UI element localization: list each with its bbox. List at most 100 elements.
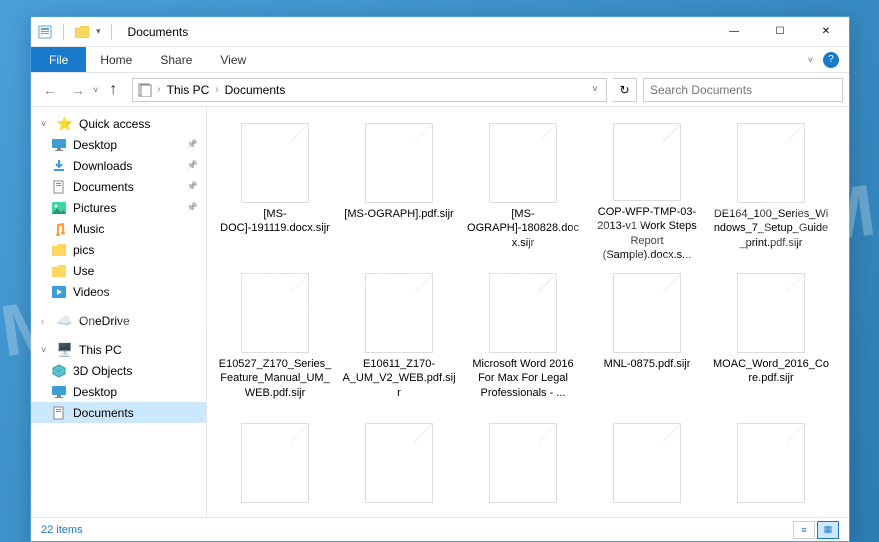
tab-home[interactable]: Home	[86, 47, 146, 72]
address-bar[interactable]: › This PC › Documents ˅	[132, 78, 607, 102]
file-name: E10611_Z170-A_UM_V2_WEB.pdf.sijr	[341, 357, 457, 400]
nav-onedrive[interactable]: › ☁️ OneDrive	[31, 310, 206, 331]
expand-icon[interactable]: ˅	[41, 345, 51, 355]
separator	[63, 24, 64, 40]
file-item[interactable]: COP-WFP-TMP-03-2013-v1 Work Steps Report…	[585, 117, 709, 267]
file-item[interactable]	[337, 417, 461, 517]
sidebar-item-videos[interactable]: Videos	[31, 281, 206, 302]
3d-icon	[51, 363, 67, 379]
file-icon	[737, 273, 805, 353]
ribbon: File Home Share View ˅ ?	[31, 47, 849, 73]
folder-icon[interactable]	[74, 24, 90, 40]
nav-label: Desktop	[73, 385, 117, 399]
file-name: MNL-0875.pdf.sijr	[604, 357, 691, 371]
sidebar-item-desktop[interactable]: Desktop	[31, 381, 206, 402]
file-item[interactable]	[213, 417, 337, 517]
folder-icon	[51, 242, 67, 258]
close-button[interactable]: ✕	[803, 17, 849, 47]
star-icon: ⭐	[57, 116, 73, 132]
ribbon-collapse-icon[interactable]: ˅	[808, 55, 813, 65]
file-item[interactable]: E10611_Z170-A_UM_V2_WEB.pdf.sijr	[337, 267, 461, 417]
separator	[111, 24, 112, 40]
nav-label: pics	[73, 243, 94, 257]
sidebar-item-desktop[interactable]: Desktop	[31, 134, 206, 155]
file-item[interactable]: MNL-0875.pdf.sijr	[585, 267, 709, 417]
minimize-button[interactable]: —	[711, 17, 757, 47]
sidebar-item-use[interactable]: Use	[31, 260, 206, 281]
tab-share[interactable]: Share	[146, 47, 206, 72]
icons-view-button[interactable]: ▦	[817, 521, 839, 539]
navigation-pane[interactable]: ˅ ⭐ Quick access Desktop Downloads Documen…	[31, 107, 207, 517]
nav-label: Quick access	[79, 117, 150, 131]
file-icon	[241, 273, 309, 353]
search-box[interactable]	[643, 78, 843, 102]
breadcrumb-documents[interactable]: Documents	[223, 83, 288, 97]
file-item[interactable]	[461, 417, 585, 517]
chevron-right-icon[interactable]: ›	[157, 84, 160, 95]
nav-label: Downloads	[73, 159, 132, 173]
file-name: E10527_Z170_Series_Feature_Manual_UM_WEB…	[217, 357, 333, 400]
tab-view[interactable]: View	[206, 47, 260, 72]
file-list[interactable]: [MS-DOC]-191119.docx.sijr [MS-OGRAPH].pdf…	[207, 107, 849, 517]
content-area: ˅ ⭐ Quick access Desktop Downloads Documen…	[31, 107, 849, 517]
file-name: [MS-OGRAPH].pdf.sijr	[344, 207, 453, 221]
nav-quick-access[interactable]: ˅ ⭐ Quick access	[31, 113, 206, 134]
file-item[interactable]	[709, 417, 833, 517]
file-tab[interactable]: File	[31, 47, 86, 72]
chevron-right-icon[interactable]: ›	[215, 84, 218, 95]
documents-icon	[137, 82, 153, 98]
folder-icon	[51, 263, 67, 279]
history-dropdown-icon[interactable]: ˅	[93, 85, 98, 95]
file-icon	[737, 423, 805, 503]
file-item[interactable]: [MS-DOC]-191119.docx.sijr	[213, 117, 337, 267]
file-icon	[365, 273, 433, 353]
file-item[interactable]: [MS-OGRAPH].pdf.sijr	[337, 117, 461, 267]
maximize-button[interactable]: ☐	[757, 17, 803, 47]
file-name: COP-WFP-TMP-03-2013-v1 Work Steps Report…	[589, 205, 705, 261]
navbar: ← → ˅ ↑ › This PC › Documents ˅ ↻	[31, 73, 849, 107]
sidebar-item-pics[interactable]: pics	[31, 239, 206, 260]
file-name: MOAC_Word_2016_Core.pdf.sijr	[713, 357, 829, 386]
file-item[interactable]: DE164_100_Series_Windows_7_Setup_Guide_p…	[709, 117, 833, 267]
monitor-icon: 🖥️	[57, 342, 73, 358]
help-icon[interactable]: ?	[823, 52, 839, 68]
back-button[interactable]: ←	[37, 77, 63, 103]
file-icon	[489, 423, 557, 503]
details-view-button[interactable]: ≡	[793, 521, 815, 539]
address-dropdown-icon[interactable]: ˅	[588, 84, 602, 95]
breadcrumb-thispc[interactable]: This PC	[165, 83, 212, 97]
file-item[interactable]: MOAC_Word_2016_Core.pdf.sijr	[709, 267, 833, 417]
sidebar-item-documents[interactable]: Documents	[31, 176, 206, 197]
up-button[interactable]: ↑	[100, 77, 126, 103]
nav-label: 3D Objects	[73, 364, 132, 378]
sidebar-item-documents[interactable]: Documents	[31, 402, 206, 423]
nav-this-pc[interactable]: ˅ 🖥️ This PC	[31, 339, 206, 360]
refresh-button[interactable]: ↻	[613, 78, 637, 102]
window-title: Documents	[128, 25, 189, 39]
sidebar-item-3d-objects[interactable]: 3D Objects	[31, 360, 206, 381]
pictures-icon	[51, 200, 67, 216]
cloud-icon: ☁️	[57, 313, 73, 329]
qat-dropdown-icon[interactable]: ▾	[96, 26, 101, 37]
window-controls: — ☐ ✕	[711, 17, 849, 47]
file-name: [MS-DOC]-191119.docx.sijr	[217, 207, 333, 236]
expand-icon[interactable]: ˅	[41, 119, 51, 129]
file-item[interactable]: E10527_Z170_Series_Feature_Manual_UM_WEB…	[213, 267, 337, 417]
nav-label: Use	[73, 264, 94, 278]
search-input[interactable]	[650, 83, 836, 97]
sidebar-item-downloads[interactable]: Downloads	[31, 155, 206, 176]
desktop-icon	[51, 137, 67, 153]
file-item[interactable]	[585, 417, 709, 517]
file-item[interactable]: [MS-OGRAPH]-180828.docx.sijr	[461, 117, 585, 267]
file-icon	[365, 423, 433, 503]
file-icon	[613, 123, 681, 201]
nav-label: Pictures	[73, 201, 116, 215]
sidebar-item-pictures[interactable]: Pictures	[31, 197, 206, 218]
sidebar-item-music[interactable]: Music	[31, 218, 206, 239]
file-item[interactable]: Microsoft Word 2016 For Max For Legal Pr…	[461, 267, 585, 417]
file-icon	[365, 123, 433, 203]
titlebar: ▾ Documents — ☐ ✕	[31, 17, 849, 47]
file-name: [MS-OGRAPH]-180828.docx.sijr	[465, 207, 581, 250]
forward-button[interactable]: →	[65, 77, 91, 103]
expand-icon[interactable]: ›	[41, 316, 51, 326]
